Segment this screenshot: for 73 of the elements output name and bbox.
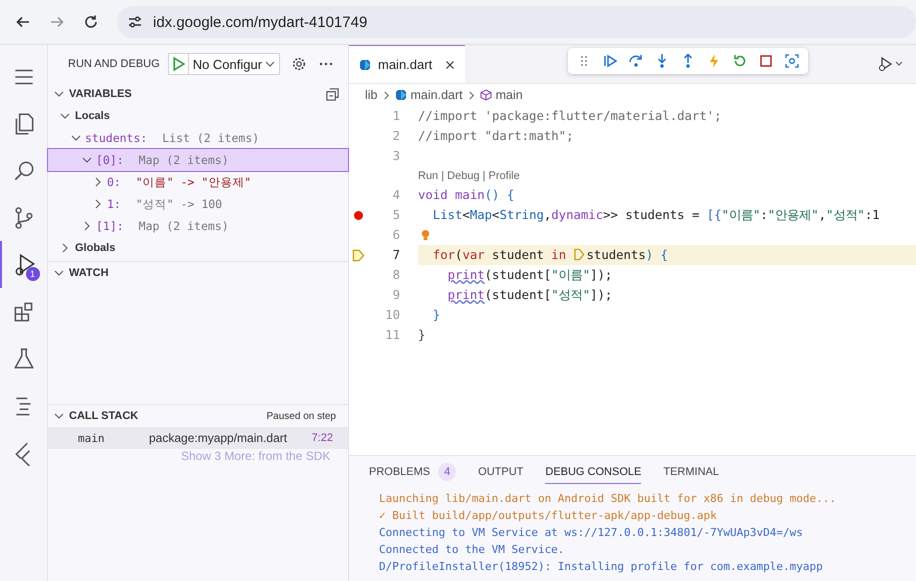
line-number: 6	[392, 228, 400, 242]
forward-icon[interactable]	[49, 14, 65, 30]
line-number: 3	[392, 149, 400, 163]
codelens-links[interactable]: Run | Debug | Profile	[418, 170, 520, 182]
step-over-icon[interactable]	[628, 53, 644, 69]
code-line: print(student["성적"]);	[446, 286, 612, 304]
run-debug-icon[interactable]	[876, 56, 904, 72]
code-line: //import 'package:flutter/material.dart';	[418, 109, 722, 123]
line-number: 9	[392, 288, 400, 302]
breadcrumb-item[interactable]: main	[496, 88, 523, 102]
site-settings-icon[interactable]	[127, 14, 143, 30]
line-number: 2	[392, 129, 400, 143]
notification-badge: 1	[26, 267, 40, 281]
code-line: print(student["이름"]);	[446, 266, 612, 284]
scope-label[interactable]: Globals	[75, 242, 116, 254]
console-line: Launching lib/main.dart on Android SDK built for x86 in debug mode...	[378, 491, 837, 507]
inspect-icon[interactable]	[784, 53, 800, 69]
line-number: 7	[392, 248, 400, 262]
variable-row[interactable]: 1: "성적" -> 100	[48, 193, 348, 215]
back-icon[interactable]	[15, 14, 31, 30]
code-line: void main() {	[418, 188, 514, 202]
caret-icon	[265, 59, 276, 69]
section-title[interactable]: WATCH	[69, 267, 109, 279]
paused-status: Paused on step	[266, 410, 336, 422]
console-line: ✓ Built build/app/outputs/flutter-apk/app-debug.apk	[378, 508, 718, 524]
breadcrumb-item[interactable]: main.dart	[410, 88, 463, 102]
chevron-icon	[54, 268, 64, 278]
console-line: Connecting to VM Service at ws://127.0.0.1:34801/-7YwUAp3vD4=/ws	[378, 525, 804, 541]
line-number: 5	[392, 208, 400, 222]
code-line: for(var student in students) {	[432, 248, 668, 262]
chevron-icon	[54, 411, 64, 421]
collapse-all-icon[interactable]	[325, 86, 340, 102]
console-line: Connected to the VM Service.	[378, 542, 566, 558]
panel-tab[interactable]: PROBLEMS 4	[369, 457, 456, 487]
chevron-icon	[382, 90, 391, 100]
close-icon[interactable]	[445, 60, 456, 70]
reload-icon[interactable]	[83, 14, 99, 30]
panel-tab[interactable]: OUTPUT	[478, 460, 524, 484]
chevron-icon	[466, 90, 476, 100]
dart-file-icon	[394, 89, 407, 101]
section-title[interactable]: CALL STACK	[69, 410, 138, 422]
lightbulb-icon[interactable]	[420, 228, 431, 242]
console-line: D/ProfileInstaller(18952): Installing profile for com.example.myapp	[378, 559, 824, 575]
sidebar-title: RUN AND DEBUG	[68, 58, 160, 70]
panel-tab[interactable]: DEBUG CONSOLE	[545, 460, 642, 484]
breakpoint-dot[interactable]	[354, 210, 362, 220]
editor-tab[interactable]: main.dart	[349, 45, 466, 83]
dart-file-icon	[359, 58, 371, 70]
settings-icon[interactable]	[291, 56, 308, 72]
code-line: }	[418, 328, 426, 342]
section-title[interactable]: VARIABLES	[69, 88, 132, 100]
stop-icon[interactable]	[758, 53, 774, 69]
line-number: 1	[392, 109, 400, 123]
address-bar[interactable]: idx.google.com/mydart-4101749	[117, 6, 916, 38]
scope-label[interactable]: Locals	[75, 110, 110, 122]
variable-row[interactable]: [0]: Map (2 items)	[48, 149, 348, 171]
line-number: 11	[384, 328, 400, 342]
code-line: List<Map<String,dynamic>> students = [{"이름":"안용제","성적":1	[432, 206, 880, 224]
breadcrumb-item[interactable]: lib	[365, 88, 378, 102]
continue-icon[interactable]	[602, 53, 618, 69]
panel-tab[interactable]: TERMINAL	[663, 460, 719, 484]
variable-row[interactable]: students: List (2 items)	[48, 127, 348, 149]
line-number: 10	[384, 308, 400, 322]
variable-row[interactable]: [1]: Map (2 items)	[48, 215, 348, 237]
cube-icon	[480, 89, 492, 101]
code-line: //import "dart:math";	[418, 129, 574, 143]
chevron-icon	[54, 89, 64, 99]
restart-icon[interactable]	[732, 53, 748, 69]
variable-row[interactable]: 0: "이름" -> "안용제"	[48, 171, 348, 193]
stack-frame[interactable]: main package:myapp/main.dart 7:22	[48, 427, 348, 449]
line-number: 4	[392, 188, 400, 202]
code-line: }	[432, 308, 440, 322]
line-number: 8	[392, 268, 400, 282]
